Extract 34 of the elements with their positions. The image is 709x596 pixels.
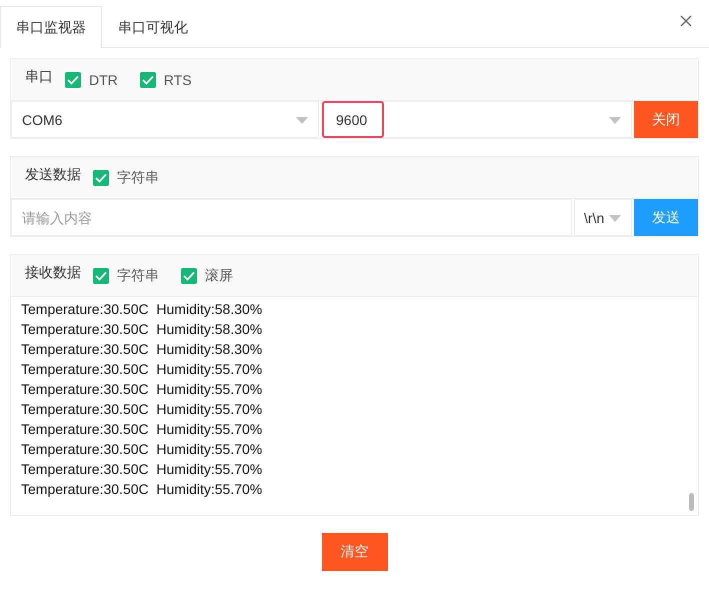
checkbox[interactable]: [181, 268, 197, 284]
input-field[interactable]: 请输入内容: [11, 199, 572, 236]
dropdown-caret-icon: [296, 117, 308, 124]
log-line: Temperature:30.50C Humidity:58.30%: [21, 300, 264, 319]
dropdown-caret-icon: [609, 117, 621, 124]
close-icon[interactable]: [680, 15, 692, 27]
checkbox[interactable]: [93, 268, 109, 284]
checkbox-label: 字符串: [117, 266, 159, 284]
log-line: Temperature:30.50C Humidity:55.70%: [21, 440, 264, 459]
port-select[interactable]: COM6: [11, 101, 319, 138]
log-line: Temperature:30.50C Humidity:55.70%: [21, 480, 264, 499]
section-label: 发送数据: [25, 166, 81, 184]
log-line: Temperature:30.50C Humidity:55.70%: [21, 380, 264, 399]
checkbox-label: RTS: [164, 72, 192, 88]
log-line: Temperature:30.50C Humidity:55.70%: [21, 360, 264, 379]
checkbox[interactable]: [140, 72, 156, 88]
baud-select[interactable]: 9600: [321, 101, 632, 138]
dropdown-caret-icon: [609, 215, 621, 222]
checkbox[interactable]: [65, 72, 81, 88]
section-label: 串口: [25, 68, 53, 86]
checkbox[interactable]: [93, 170, 109, 186]
checkbox-label: DTR: [89, 72, 118, 88]
tab[interactable]: 串口可视化: [102, 7, 204, 48]
checkbox-label: 字符串: [117, 168, 159, 186]
log-line: Temperature:30.50C Humidity:58.30%: [21, 320, 264, 339]
line-ending-select[interactable]: \r\n: [574, 199, 632, 236]
log-line: Temperature:30.50C Humidity:55.70%: [21, 460, 264, 479]
checkbox-label: 滚屏: [205, 266, 233, 284]
section-label: 接收数据: [25, 264, 81, 282]
log-line: Temperature:30.50C Humidity:55.70%: [21, 400, 264, 419]
tab[interactable]: 串口监视器: [0, 6, 102, 48]
log-line: Temperature:30.50C Humidity:55.70%: [21, 420, 264, 439]
scrollbar-thumb[interactable]: [689, 493, 694, 511]
log-line: Temperature:30.50C Humidity:58.30%: [21, 340, 264, 359]
